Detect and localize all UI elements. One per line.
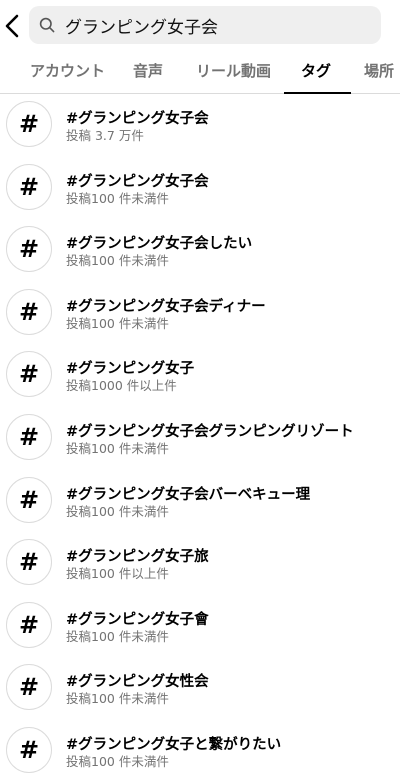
hashtag-icon: # (6, 163, 52, 210)
chevron-left-icon (5, 14, 19, 38)
post-count: 投稿100 件未満件 (66, 691, 169, 707)
post-count: 投稿100 件未満件 (66, 440, 169, 456)
search-bar[interactable]: グランピング女子会 (29, 6, 381, 44)
list-item[interactable]: # #グランピング女子会 投稿100 件未満件 (0, 157, 400, 220)
hashtag-icon: # (6, 351, 52, 398)
hashtag-icon: # (6, 413, 52, 460)
search-query[interactable]: グランピング女子会 (65, 13, 218, 38)
post-count: 投稿100 件未満件 (66, 628, 169, 644)
hash-symbol: # (18, 673, 40, 702)
hashtag-icon: # (6, 476, 52, 523)
list-item[interactable]: # #グランピング女子旅 投稿100 件以上件 (0, 532, 400, 595)
tab-reels[interactable]: リール動画 (196, 52, 271, 93)
post-count: 投稿100 件未満件 (66, 753, 169, 769)
list-item[interactable]: # #グランピング女子会したい 投稿100 件未満件 (0, 219, 400, 282)
post-count: 投稿1000 件以上件 (66, 378, 177, 394)
hashtag-icon: # (6, 601, 52, 648)
list-item[interactable]: # #グランピング女子會 投稿100 件未満件 (0, 595, 400, 658)
post-count: 投稿 3.7 万件 (66, 128, 144, 143)
hashtag-icon: # (6, 288, 52, 335)
hash-symbol: # (18, 110, 40, 138)
back-button[interactable] (2, 12, 22, 40)
hash-symbol: # (18, 485, 40, 514)
hash-symbol: # (18, 360, 40, 389)
tab-tags[interactable]: タグ (283, 52, 352, 94)
top-bar: グランピング女子会 (0, 0, 400, 52)
hashtag-icon: # (6, 101, 52, 147)
list-item[interactable]: # #グランピング女子会ディナー 投稿100 件未満件 (0, 282, 400, 345)
hash-symbol: # (18, 235, 40, 264)
post-count: 投稿100 件未満件 (66, 190, 169, 206)
tag-results-list: # #グランピング女子会 投稿 3.7 万件 # #グランピング女子会 投稿10… (0, 94, 400, 783)
list-item[interactable]: # #グランピング女子会バーベキュー理 投稿100 件未満件 (0, 470, 400, 533)
list-item[interactable]: # #グランピング女子と繋がりたい 投稿100 件未満件 (0, 720, 400, 783)
hash-symbol: # (18, 610, 40, 639)
hashtag-icon: # (6, 226, 52, 273)
tab-accounts[interactable]: アカウント (30, 52, 105, 93)
tab-audio[interactable]: 音声 (133, 52, 163, 93)
tab-places[interactable]: 場所 (364, 52, 394, 93)
list-item[interactable]: # #グランピング女子会グランピングリゾート 投稿100 件未満件 (0, 407, 400, 470)
post-count: 投稿100 件未満件 (66, 253, 169, 269)
post-count: 投稿100 件未満件 (66, 503, 169, 519)
hash-symbol: # (18, 548, 40, 577)
hash-symbol: # (18, 172, 40, 201)
hash-symbol: # (18, 422, 40, 451)
hashtag-icon: # (6, 726, 52, 773)
list-item[interactable]: # #グランピング女子 投稿1000 件以上件 (0, 344, 400, 407)
tab-bar: アカウント 音声 リール動画 タグ 場所 (0, 52, 400, 94)
list-item[interactable]: # #グランピング女性会 投稿100 件未満件 (0, 657, 400, 720)
hashtag-icon: # (6, 539, 52, 586)
search-icon (37, 15, 57, 35)
hash-symbol: # (18, 297, 40, 326)
post-count: 投稿100 件以上件 (66, 566, 169, 582)
hash-symbol: # (18, 735, 40, 764)
post-count: 投稿100 件未満件 (66, 315, 169, 331)
list-item[interactable]: # #グランピング女子会 投稿 3.7 万件 (0, 94, 400, 157)
hashtag-icon: # (6, 664, 52, 711)
